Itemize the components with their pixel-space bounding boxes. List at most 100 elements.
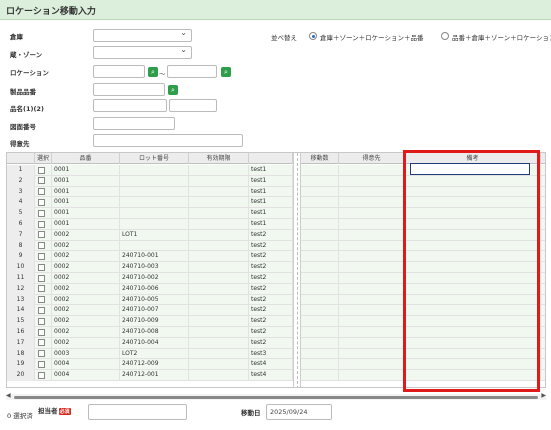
expiry-cell[interactable] bbox=[189, 240, 249, 252]
grid-splitter[interactable] bbox=[293, 153, 301, 387]
qty-cell[interactable] bbox=[301, 229, 339, 241]
qty-cell[interactable] bbox=[301, 251, 339, 263]
header-lot[interactable]: ロット番号 bbox=[120, 153, 189, 164]
customer-cell[interactable] bbox=[339, 348, 405, 360]
lot-cell[interactable]: 240710-002 bbox=[120, 273, 189, 284]
customer-cell[interactable] bbox=[339, 165, 405, 176]
customer-cell[interactable] bbox=[339, 175, 405, 187]
location-cell[interactable]: test2 bbox=[249, 273, 293, 284]
location-cell[interactable]: test2 bbox=[249, 262, 293, 273]
location-cell[interactable]: test2 bbox=[249, 283, 293, 295]
customer-cell[interactable] bbox=[339, 240, 405, 252]
location-cell[interactable]: test1 bbox=[249, 175, 293, 187]
expiry-cell[interactable] bbox=[189, 229, 249, 241]
expiry-cell[interactable] bbox=[189, 208, 249, 219]
lot-cell[interactable]: 240710-001 bbox=[120, 251, 189, 263]
header-product[interactable]: 品番 bbox=[52, 153, 120, 164]
lot-cell[interactable]: LOT1 bbox=[120, 229, 189, 241]
header-location[interactable] bbox=[249, 153, 293, 164]
row-checkbox[interactable] bbox=[38, 360, 45, 368]
customer-input[interactable] bbox=[93, 134, 243, 147]
location-cell[interactable]: test2 bbox=[249, 327, 293, 338]
row-checkbox[interactable] bbox=[38, 177, 45, 185]
customer-cell[interactable] bbox=[339, 305, 405, 317]
expiry-cell[interactable] bbox=[189, 283, 249, 295]
lot-cell[interactable]: 240710-004 bbox=[120, 337, 189, 349]
row-checkbox[interactable] bbox=[38, 350, 45, 358]
location-cell[interactable]: test2 bbox=[249, 240, 293, 252]
lot-cell[interactable] bbox=[120, 219, 189, 230]
customer-cell[interactable] bbox=[339, 327, 405, 338]
customer-cell[interactable] bbox=[339, 337, 405, 349]
product-cell[interactable]: 0002 bbox=[52, 294, 120, 306]
expiry-cell[interactable] bbox=[189, 197, 249, 209]
product-cell[interactable]: 0003 bbox=[52, 348, 120, 360]
row-checkbox[interactable] bbox=[38, 209, 45, 217]
header-expiry[interactable]: 有効期限 bbox=[189, 153, 249, 164]
customer-cell[interactable] bbox=[339, 186, 405, 198]
header-select[interactable]: 選択 bbox=[35, 153, 52, 164]
lot-cell[interactable] bbox=[120, 208, 189, 219]
lot-cell[interactable] bbox=[120, 165, 189, 176]
location-cell[interactable]: test4 bbox=[249, 359, 293, 371]
row-checkbox[interactable] bbox=[38, 274, 45, 282]
lot-cell[interactable]: 240710-008 bbox=[120, 327, 189, 338]
expiry-cell[interactable] bbox=[189, 165, 249, 176]
customer-cell[interactable] bbox=[339, 359, 405, 371]
lot-cell[interactable] bbox=[120, 197, 189, 209]
product-input[interactable] bbox=[93, 83, 165, 96]
customer-cell[interactable] bbox=[339, 219, 405, 230]
item-name2-input[interactable] bbox=[169, 99, 217, 112]
product-search-icon[interactable]: ⌕ bbox=[168, 85, 178, 95]
lot-cell[interactable]: 240710-003 bbox=[120, 262, 189, 273]
qty-cell[interactable] bbox=[301, 240, 339, 252]
item-name1-input[interactable] bbox=[93, 99, 167, 112]
qty-cell[interactable] bbox=[301, 305, 339, 317]
product-cell[interactable]: 0002 bbox=[52, 229, 120, 241]
customer-cell[interactable] bbox=[339, 316, 405, 327]
header-customer[interactable]: 得意先 bbox=[339, 153, 405, 164]
location-cell[interactable]: test1 bbox=[249, 197, 293, 209]
expiry-cell[interactable] bbox=[189, 327, 249, 338]
product-cell[interactable]: 0004 bbox=[52, 359, 120, 371]
location-cell[interactable]: test2 bbox=[249, 251, 293, 263]
scroll-left-icon[interactable]: ◀ bbox=[6, 392, 11, 399]
expiry-cell[interactable] bbox=[189, 273, 249, 284]
expiry-cell[interactable] bbox=[189, 294, 249, 306]
location-cell[interactable]: test2 bbox=[249, 316, 293, 327]
qty-cell[interactable] bbox=[301, 283, 339, 295]
customer-cell[interactable] bbox=[339, 262, 405, 273]
product-cell[interactable]: 0001 bbox=[52, 186, 120, 198]
horizontal-scrollbar[interactable]: ◀ ▶ bbox=[6, 392, 546, 400]
customer-cell[interactable] bbox=[339, 229, 405, 241]
lot-cell[interactable]: LOT2 bbox=[120, 348, 189, 360]
qty-cell[interactable] bbox=[301, 294, 339, 306]
location-cell[interactable]: test2 bbox=[249, 294, 293, 306]
scroll-right-icon[interactable]: ▶ bbox=[541, 392, 546, 399]
sort-option2-radio[interactable] bbox=[441, 32, 449, 40]
qty-cell[interactable] bbox=[301, 370, 339, 381]
qty-cell[interactable] bbox=[301, 337, 339, 349]
location-cell[interactable]: test2 bbox=[249, 229, 293, 241]
product-cell[interactable]: 0002 bbox=[52, 251, 120, 263]
location-from-search-icon[interactable]: ⌕ bbox=[148, 67, 158, 77]
lot-cell[interactable]: 240710-007 bbox=[120, 305, 189, 317]
product-cell[interactable]: 0001 bbox=[52, 219, 120, 230]
expiry-cell[interactable] bbox=[189, 316, 249, 327]
move-date-input[interactable]: 2025/09/24 bbox=[266, 404, 332, 420]
expiry-cell[interactable] bbox=[189, 348, 249, 360]
qty-cell[interactable] bbox=[301, 316, 339, 327]
location-cell[interactable]: test4 bbox=[249, 370, 293, 381]
product-cell[interactable]: 0002 bbox=[52, 305, 120, 317]
qty-cell[interactable] bbox=[301, 262, 339, 273]
lot-cell[interactable] bbox=[120, 186, 189, 198]
qty-cell[interactable] bbox=[301, 208, 339, 219]
customer-cell[interactable] bbox=[339, 283, 405, 295]
zone-select[interactable] bbox=[93, 45, 192, 59]
row-checkbox[interactable] bbox=[38, 242, 45, 250]
location-cell[interactable]: test1 bbox=[249, 165, 293, 176]
staff-input[interactable] bbox=[88, 404, 187, 420]
drawing-input[interactable] bbox=[93, 117, 175, 130]
product-cell[interactable]: 0001 bbox=[52, 175, 120, 187]
scrollbar-thumb[interactable] bbox=[14, 395, 538, 399]
